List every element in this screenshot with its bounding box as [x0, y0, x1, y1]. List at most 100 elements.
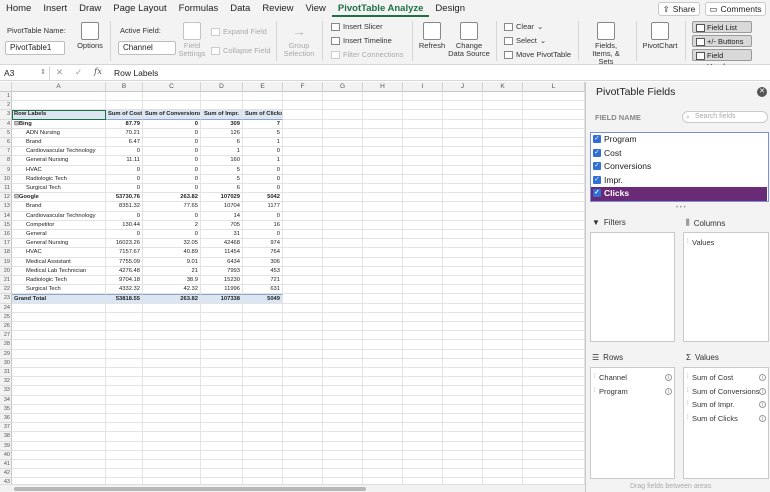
cell[interactable]: [523, 432, 585, 442]
cell[interactable]: [201, 404, 243, 414]
cell[interactable]: [443, 322, 483, 332]
cell[interactable]: [483, 230, 523, 240]
cell[interactable]: [523, 469, 585, 479]
pivot-value-cell[interactable]: 7993: [201, 266, 243, 276]
cell[interactable]: [323, 92, 363, 102]
cell[interactable]: [323, 312, 363, 322]
cell[interactable]: [323, 349, 363, 359]
pivot-item-label[interactable]: Brand: [12, 138, 106, 148]
pivot-value-cell[interactable]: 42468: [201, 239, 243, 249]
cell[interactable]: [403, 395, 443, 405]
pivot-value-cell[interactable]: 0: [243, 230, 283, 240]
drag-handle-icon[interactable]: ⁞: [687, 398, 689, 411]
row-header[interactable]: 27: [0, 331, 12, 341]
pivot-value-cell[interactable]: 107029: [201, 193, 243, 203]
row-header[interactable]: 29: [0, 349, 12, 359]
cell[interactable]: [12, 423, 106, 433]
column-header[interactable]: I: [403, 82, 443, 92]
cell[interactable]: [323, 239, 363, 249]
cell[interactable]: [143, 340, 201, 350]
row-header[interactable]: 36: [0, 414, 12, 424]
cell[interactable]: [143, 303, 201, 313]
cell[interactable]: [283, 331, 323, 341]
cell[interactable]: [283, 377, 323, 387]
cell[interactable]: [283, 193, 323, 203]
cell[interactable]: [243, 377, 283, 387]
cell[interactable]: [483, 423, 523, 433]
cell[interactable]: [443, 138, 483, 148]
cell[interactable]: [363, 377, 403, 387]
pivot-value-cell[interactable]: 11.11: [106, 156, 143, 166]
cell[interactable]: [443, 239, 483, 249]
filter-connections-button[interactable]: Filter Connections: [331, 50, 403, 59]
cell[interactable]: [483, 386, 523, 396]
cell[interactable]: [201, 368, 243, 378]
cell[interactable]: [243, 368, 283, 378]
pivot-value-cell[interactable]: 9.01: [143, 257, 201, 267]
cell[interactable]: [283, 101, 323, 111]
cell[interactable]: [243, 101, 283, 111]
cell[interactable]: [283, 395, 323, 405]
pivot-value-cell[interactable]: 7755.09: [106, 257, 143, 267]
cell[interactable]: [283, 202, 323, 212]
column-header[interactable]: J: [443, 82, 483, 92]
column-header[interactable]: K: [483, 82, 523, 92]
cell[interactable]: [483, 340, 523, 350]
pivot-item-label[interactable]: ADN Nursing: [12, 128, 106, 138]
cell[interactable]: [403, 110, 443, 120]
cell[interactable]: [403, 193, 443, 203]
cell[interactable]: [443, 414, 483, 424]
cell[interactable]: [363, 414, 403, 424]
cell[interactable]: [483, 377, 523, 387]
cell[interactable]: [403, 138, 443, 148]
cell[interactable]: [106, 340, 143, 350]
pivot-value-cell[interactable]: 32.05: [143, 239, 201, 249]
cell[interactable]: [523, 92, 585, 102]
pivot-value-cell[interactable]: 5042: [243, 193, 283, 203]
cell[interactable]: [523, 248, 585, 258]
cell[interactable]: [523, 276, 585, 286]
cell[interactable]: [403, 202, 443, 212]
row-header[interactable]: 13: [0, 202, 12, 212]
row-header[interactable]: 34: [0, 395, 12, 405]
cell[interactable]: [483, 156, 523, 166]
cell[interactable]: [403, 349, 443, 359]
cell[interactable]: [523, 230, 585, 240]
cell[interactable]: [283, 257, 323, 267]
cell[interactable]: [363, 294, 403, 304]
move-pivottable-button[interactable]: Move PivotTable: [504, 50, 571, 59]
cell[interactable]: [363, 128, 403, 138]
cell[interactable]: [323, 377, 363, 387]
cell[interactable]: [403, 404, 443, 414]
area-field-item[interactable]: ⁞ Program i: [591, 385, 674, 398]
pivot-value-cell[interactable]: 8351.32: [106, 202, 143, 212]
insert-slicer-button[interactable]: Insert Slicer: [331, 22, 383, 31]
cell[interactable]: [106, 92, 143, 102]
cell[interactable]: [443, 193, 483, 203]
cell[interactable]: [243, 441, 283, 451]
cell[interactable]: [363, 395, 403, 405]
cell[interactable]: [403, 184, 443, 194]
row-header[interactable]: 25: [0, 312, 12, 322]
cell[interactable]: [483, 266, 523, 276]
pivot-value-cell[interactable]: 14: [201, 211, 243, 221]
cell[interactable]: [323, 193, 363, 203]
cell[interactable]: [143, 450, 201, 460]
cell[interactable]: [323, 128, 363, 138]
pivot-value-cell[interactable]: 16: [243, 220, 283, 230]
name-box[interactable]: A3 ⇕: [0, 65, 50, 80]
cell[interactable]: [363, 386, 403, 396]
cell[interactable]: [143, 414, 201, 424]
row-header[interactable]: 40: [0, 450, 12, 460]
cell[interactable]: [283, 358, 323, 368]
cell[interactable]: [363, 257, 403, 267]
cell[interactable]: [283, 248, 323, 258]
cell[interactable]: [106, 423, 143, 433]
cell[interactable]: [363, 404, 403, 414]
cell[interactable]: [323, 138, 363, 148]
cell[interactable]: [323, 432, 363, 442]
area-field-item[interactable]: ⁞ Sum of Clicks i: [684, 412, 768, 425]
pivot-value-cell[interactable]: 0: [143, 230, 201, 240]
check-icon[interactable]: ✓: [75, 67, 82, 78]
cell[interactable]: [106, 322, 143, 332]
